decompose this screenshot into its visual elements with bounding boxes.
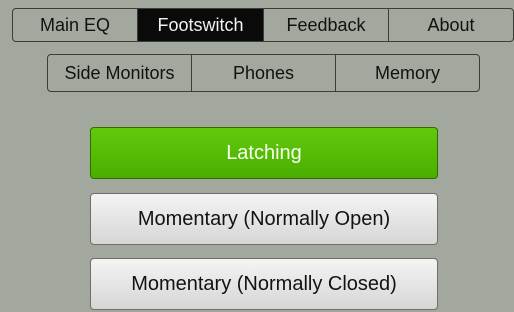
tab-phones[interactable]: Phones <box>192 55 336 91</box>
sub-tab-bar: Side Monitors Phones Memory <box>47 54 480 92</box>
tab-about[interactable]: About <box>389 9 513 41</box>
momentary-normally-open-button[interactable]: Momentary (Normally Open) <box>90 193 438 245</box>
tab-footswitch[interactable]: Footswitch <box>138 9 264 41</box>
main-tab-bar: Main EQ Footswitch Feedback About <box>12 8 514 42</box>
latching-button[interactable]: Latching <box>90 127 438 179</box>
tab-side-monitors[interactable]: Side Monitors <box>48 55 192 91</box>
momentary-normally-closed-button[interactable]: Momentary (Normally Closed) <box>90 258 438 310</box>
tab-feedback[interactable]: Feedback <box>264 9 389 41</box>
tab-memory[interactable]: Memory <box>336 55 479 91</box>
tab-main-eq[interactable]: Main EQ <box>13 9 138 41</box>
